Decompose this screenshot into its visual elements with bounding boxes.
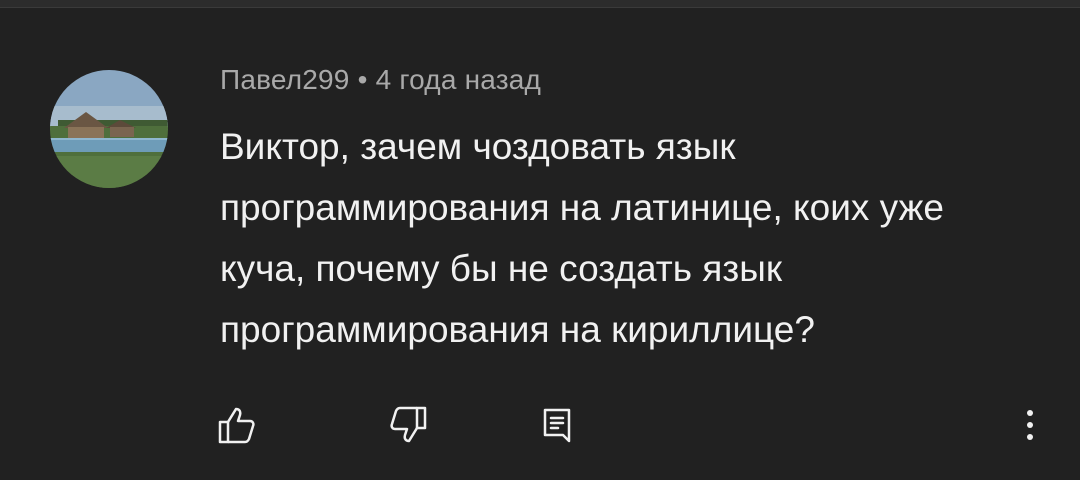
more-vertical-icon [1027,410,1033,440]
comment-item: Павел299 • 4 года назад Виктор, зачем чозд… [0,8,1080,480]
thumb-down-icon [390,406,427,443]
separator-dot: • [357,64,368,95]
comment-timestamp[interactable]: 4 года назад [376,64,541,95]
avatar[interactable] [50,70,168,188]
top-divider [0,0,1080,8]
reply-button[interactable] [532,400,582,450]
like-button[interactable] [212,400,262,450]
dislike-button[interactable] [383,400,433,450]
comment-reply-icon [543,408,571,443]
comment-text: Виктор, зачем чоздовать язык программиро… [220,126,944,350]
more-options-button[interactable] [1005,400,1055,450]
author-name[interactable]: Павел299 [220,64,350,95]
thumb-up-icon [218,407,255,444]
avatar-image [50,70,168,188]
comment-header: Павел299 • 4 года назад [220,64,541,96]
